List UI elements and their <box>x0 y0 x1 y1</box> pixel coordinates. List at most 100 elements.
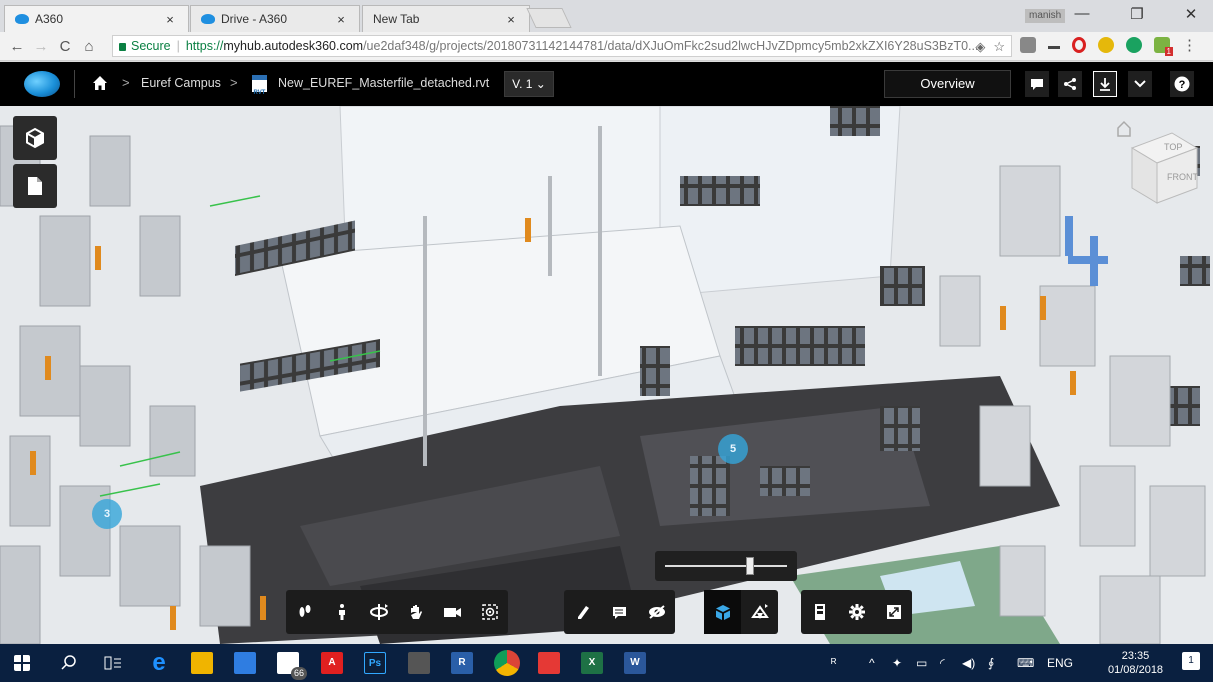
windows-start-icon[interactable] <box>14 655 30 671</box>
view-3d-button[interactable] <box>13 116 57 160</box>
wifi-icon[interactable]: ◜ <box>940 656 945 670</box>
extension-badge-icon[interactable]: 1 <box>1154 37 1173 56</box>
viewcube-icon[interactable]: TOP FRONT <box>1112 118 1204 210</box>
pan-button[interactable] <box>397 590 434 634</box>
back-icon[interactable]: ← <box>6 38 28 55</box>
annotation-icon <box>612 607 626 619</box>
settings-icon <box>848 604 865 620</box>
pdf-reader-icon[interactable] <box>538 652 560 674</box>
pen-icon[interactable]: ∮ <box>988 656 994 670</box>
reload-icon[interactable]: C <box>54 38 76 55</box>
clock-date: 01/08/2018 <box>1108 664 1164 676</box>
comment-icon[interactable] <box>1025 71 1049 97</box>
a360-favicon-icon <box>15 14 29 24</box>
mail-icon[interactable]: 66 <box>277 652 307 680</box>
address-bar[interactable]: Secure | https://myhub.autodesk360.com/u… <box>112 35 1012 57</box>
chevron-down-icon[interactable] <box>1128 71 1152 97</box>
tab-drive[interactable]: Drive - A360 × <box>190 5 360 32</box>
extension-icon[interactable] <box>1098 37 1114 53</box>
maximize-icon[interactable]: ❐ <box>1122 5 1152 23</box>
store-icon[interactable] <box>234 652 256 674</box>
volume-icon[interactable]: ◀) <box>962 656 975 670</box>
breadcrumb-file-name: New_EUREF_Masterfile_detached.rvt <box>278 76 490 90</box>
edge-icon[interactable]: e <box>148 651 170 675</box>
profile-chip[interactable]: manish <box>1025 9 1066 23</box>
language-indicator[interactable]: ENG <box>1047 656 1073 670</box>
search-icon[interactable] <box>60 654 78 672</box>
mail-badge: 66 <box>290 667 307 680</box>
show-hidden-icons-icon[interactable]: ^ <box>869 656 875 670</box>
model-viewer-canvas[interactable]: 5 3 TOP FRONT <box>0 106 1213 644</box>
building-model[interactable] <box>0 106 1213 644</box>
annotation-button[interactable] <box>601 590 638 634</box>
file-explorer-icon[interactable] <box>191 652 213 674</box>
clock[interactable]: 23:35 01/08/2018 <box>1108 649 1163 677</box>
grammarly-icon[interactable] <box>1126 37 1142 53</box>
keyboard-icon[interactable]: ⌨ <box>1017 656 1034 670</box>
close-tab-icon[interactable]: × <box>162 12 178 27</box>
navigation-tools <box>286 590 508 634</box>
orbit-button[interactable] <box>360 590 397 634</box>
walk-button[interactable] <box>323 590 360 634</box>
fit-to-view-button[interactable] <box>471 590 508 634</box>
close-tab-icon[interactable]: × <box>503 12 519 27</box>
model-marker-3[interactable]: 3 <box>92 499 122 529</box>
a360-logo-icon[interactable] <box>24 71 60 97</box>
home-icon[interactable] <box>92 75 108 91</box>
new-tab-button[interactable] <box>526 8 572 28</box>
extension-badge: 1 <box>1164 47 1173 56</box>
autodesk-icon[interactable]: A <box>321 652 343 674</box>
settings-button[interactable] <box>838 590 875 634</box>
first-person-button[interactable] <box>286 590 323 634</box>
excel-icon[interactable]: X <box>581 652 603 674</box>
header-divider <box>74 70 75 98</box>
slider-thumb[interactable] <box>746 557 755 575</box>
calculator-icon[interactable] <box>408 652 430 674</box>
browser-tab-strip: A360 × Drive - A360 × New Tab × manish —… <box>0 0 1213 32</box>
tab-new-tab[interactable]: New Tab × <box>362 5 530 32</box>
section-slider[interactable] <box>655 551 797 581</box>
battery-icon[interactable]: ▭ <box>916 656 927 670</box>
word-icon[interactable]: W <box>624 652 646 674</box>
model-browser-button[interactable] <box>801 590 838 634</box>
app-header: > Euref Campus > RVT New_EUREF_Masterfil… <box>0 62 1213 106</box>
close-tab-icon[interactable]: × <box>333 12 349 27</box>
extension-icon[interactable] <box>1048 41 1060 49</box>
photoshop-icon[interactable]: Ps <box>364 652 386 674</box>
viewcube-home-icon[interactable] <box>1117 120 1131 137</box>
breadcrumb-project[interactable]: Euref Campus <box>141 76 221 90</box>
close-window-icon[interactable]: ✕ <box>1176 5 1206 23</box>
opera-icon[interactable] <box>1072 37 1086 53</box>
hide-button[interactable] <box>638 590 675 634</box>
people-icon[interactable]: ᴿ <box>831 656 836 670</box>
markup-button[interactable] <box>564 590 601 634</box>
tab-a360[interactable]: A360 × <box>4 5 189 32</box>
extension-icon[interactable] <box>1020 37 1036 53</box>
dropbox-icon[interactable]: ✦ <box>892 656 902 670</box>
translate-icon[interactable]: ◈ <box>975 39 985 55</box>
model-marker-5[interactable]: 5 <box>718 434 748 464</box>
overview-button[interactable]: Overview <box>884 70 1011 98</box>
task-view-icon[interactable] <box>104 654 122 672</box>
extensions-area: 1 ⋮ <box>1020 36 1197 56</box>
explode-button[interactable] <box>704 590 741 634</box>
browser-toolbar: ← → C ⌂ Secure | https://myhub.autodesk3… <box>0 32 1213 61</box>
download-icon[interactable] <box>1093 71 1117 97</box>
camera-button[interactable] <box>434 590 471 634</box>
sheets-button[interactable] <box>13 164 57 208</box>
hide-icon <box>648 605 665 619</box>
revit-icon[interactable]: R <box>451 652 473 674</box>
share-icon[interactable] <box>1058 71 1082 97</box>
forward-icon[interactable]: → <box>30 38 52 55</box>
minimize-icon[interactable]: — <box>1067 5 1097 22</box>
action-center-icon[interactable]: 1 <box>1182 652 1200 670</box>
chrome-menu-icon[interactable]: ⋮ <box>1182 36 1197 54</box>
chrome-icon[interactable] <box>494 650 520 676</box>
tab-title: A360 <box>35 12 64 26</box>
help-icon[interactable]: ? <box>1170 71 1194 97</box>
bookmark-star-icon[interactable]: ☆ <box>993 39 1005 55</box>
section-button[interactable] <box>741 590 778 634</box>
version-dropdown[interactable]: V. 1 ⌄ <box>504 71 554 97</box>
fullscreen-button[interactable] <box>875 590 912 634</box>
home-icon[interactable]: ⌂ <box>78 38 100 55</box>
